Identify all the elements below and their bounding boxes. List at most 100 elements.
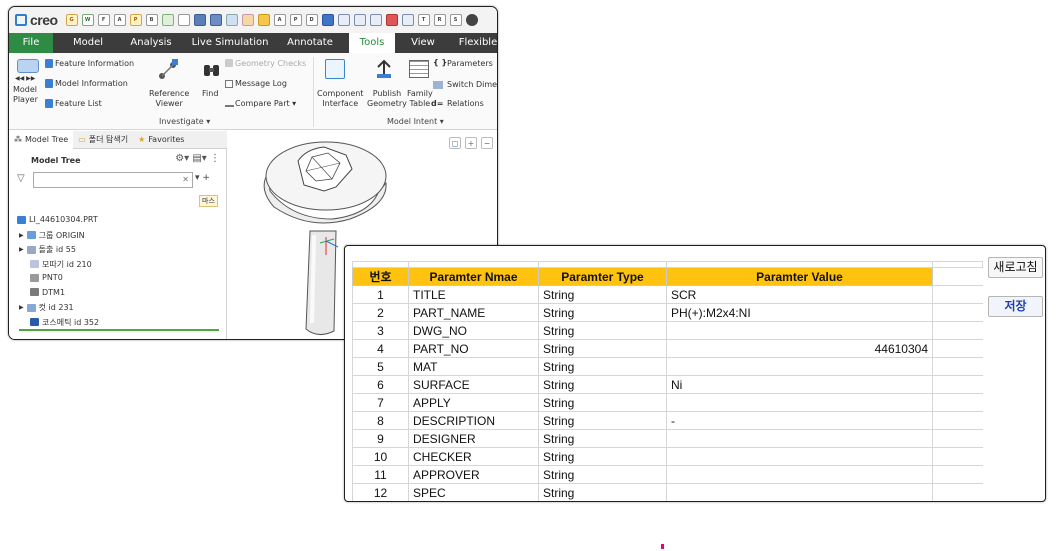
tree-item[interactable]: DTM1 [21,288,65,297]
tab-flexible[interactable]: Flexible [457,33,497,53]
ribbon-separator [313,57,314,127]
cell-param-value[interactable] [666,483,933,501]
feature-list-button[interactable]: Feature List [55,99,102,108]
new-file-icon[interactable] [177,14,190,26]
creo-logo: creo [15,12,58,28]
cell-param-value[interactable]: Ni [666,375,933,394]
relation-tool-icon[interactable]: R [433,14,446,26]
cell-param-value[interactable] [666,393,933,412]
tab-file[interactable]: File [9,33,53,53]
window2-icon[interactable] [353,14,366,26]
tab-live-simulation[interactable]: Live Simulation [189,33,271,53]
expand-arrow-icon[interactable]: ▶ [19,304,24,311]
cell-param-value[interactable] [666,429,933,448]
expand-arrow-icon[interactable]: ▶ [19,232,24,239]
param-tool-icon[interactable]: T [417,14,430,26]
tab-annotate[interactable]: Annotate [281,33,339,53]
header-param-name[interactable]: Paramter Nmae [408,267,539,286]
publish-geometry-button[interactable]: Publish Geometry [367,89,407,109]
tree-settings-icon[interactable]: ⚙▾ ▤▾ ⋮ [175,153,220,164]
switch-dimensions-icon [433,81,443,89]
asm-icon[interactable]: A [273,14,286,26]
header-param-value[interactable]: Paramter Value [666,267,933,286]
side-cell [932,285,983,304]
binoculars-icon [203,61,221,79]
tab-model[interactable]: Model [65,33,111,53]
display-icon[interactable] [401,14,414,26]
switch-dimensions-button[interactable]: Switch Dimen [447,80,497,89]
side-cell [932,303,983,322]
tab-tools[interactable]: Tools [349,33,395,53]
relations-button[interactable]: Relations [447,99,484,108]
filter-add-icon[interactable]: ▾ + [195,173,210,183]
more-icon[interactable] [465,14,478,26]
prt-toolbar-icon[interactable]: P [129,14,142,26]
open-folder-icon[interactable] [257,14,270,26]
geometry-checks-button[interactable]: Geometry Checks [235,59,306,68]
drw-icon[interactable]: D [305,14,318,26]
header-param-type[interactable]: Paramter Type [538,267,667,286]
bom-toolbar-icon[interactable]: B [145,14,158,26]
feature-information-button[interactable]: Feature Information [55,59,134,68]
model-intent-group-label[interactable]: Model Intent ▾ [387,117,444,126]
header-number[interactable]: 번호 [352,267,409,286]
tab-favorites[interactable]: ★ Favorites [133,131,189,149]
save-button[interactable]: 저장 [988,296,1043,317]
cell-param-value[interactable]: PH(+):M2x4:NI [666,303,933,322]
relations-icon: d= [431,99,444,108]
cell-param-value[interactable]: - [666,411,933,430]
parameters-button[interactable]: Parameters [447,59,493,68]
cell-number: 10 [352,447,409,466]
expand-arrow-icon[interactable]: ▶ [19,246,24,253]
investigate-group-label[interactable]: Investigate ▾ [159,117,210,126]
regen-icon[interactable] [161,14,174,26]
undo-icon[interactable] [225,14,238,26]
refresh-button[interactable]: 새로고침 [988,257,1043,278]
cell-param-value[interactable]: 44610304 [666,339,933,358]
cell-param-value[interactable] [666,357,933,376]
cell-number: 2 [352,303,409,322]
prt-icon[interactable]: P [289,14,302,26]
tab-analysis[interactable]: Analysis [123,33,179,53]
redo-icon[interactable] [241,14,254,26]
feno-toolbar-icon[interactable]: F [97,14,110,26]
layer-icon[interactable] [321,14,334,26]
reference-viewer-button[interactable]: Reference Viewer [149,89,189,109]
model-player-icon[interactable] [17,59,39,73]
tree-root-part[interactable]: LI_44610304.PRT [17,215,98,224]
tree-item[interactable]: PNT0 [21,273,63,282]
close-window-icon[interactable] [369,14,382,26]
tree-item[interactable]: ▶ 돌출 id 55 [19,244,76,255]
we-toolbar-icon[interactable]: W [81,14,94,26]
model-player-button[interactable]: Model Player [13,85,38,105]
model-information-button[interactable]: Model Information [55,79,128,88]
tab-folder-browser[interactable]: ▭ 폴더 탐색기 [73,131,133,149]
cell-number: 9 [352,429,409,448]
cell-param-value[interactable]: SCR [666,285,933,304]
cell-param-name: APPROVER [408,465,539,484]
cell-param-value[interactable] [666,465,933,484]
tree-item[interactable]: 코스메틱 id 352 [21,317,99,328]
cell-param-value[interactable] [666,447,933,466]
compare-part-button[interactable]: Compare Part ▾ [235,99,296,108]
clear-filter-icon[interactable]: ✕ [182,175,189,184]
tree-item[interactable]: ▶ 컷 id 231 [19,302,74,313]
window-icon[interactable] [337,14,350,26]
color-icon[interactable] [385,14,398,26]
gen-toolbar-icon[interactable]: G [65,14,78,26]
extra-tool-icon[interactable]: S [449,14,462,26]
find-button[interactable]: Find [202,89,218,98]
tree-item[interactable]: 모따기 id 210 [21,259,92,270]
message-log-button[interactable]: Message Log [235,79,287,88]
family-table-button[interactable]: Family Table [407,89,433,109]
cell-param-value[interactable] [666,321,933,340]
tab-model-tree[interactable]: ⁂ Model Tree [9,130,74,149]
asm-toolbar-icon[interactable]: A [113,14,126,26]
tree-item[interactable]: ▶ 그룹 ORIGIN [19,230,85,241]
cell-number: 8 [352,411,409,430]
tree-filter-input[interactable]: ✕ [33,172,193,188]
save-icon[interactable] [193,14,206,26]
component-interface-button[interactable]: Component Interface [317,89,363,109]
save-as-icon[interactable] [209,14,222,26]
tab-view[interactable]: View [405,33,441,53]
